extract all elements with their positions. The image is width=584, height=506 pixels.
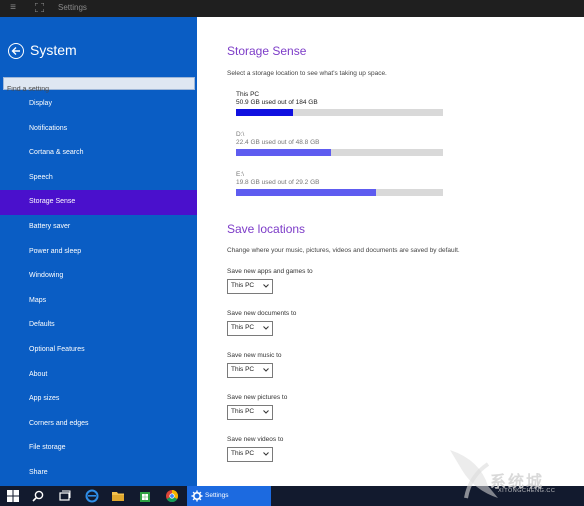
save-music-dropdown[interactable]: This PC (227, 363, 273, 378)
fullscreen-icon[interactable] (34, 2, 44, 13)
drive-d[interactable]: D:\ 22.4 GB used out of 48.8 GB (236, 131, 444, 156)
save-locations-description: Change where your music, pictures, video… (227, 247, 460, 254)
chevron-down-icon (263, 452, 269, 456)
chevron-down-icon (263, 368, 269, 372)
chrome-icon[interactable] (165, 489, 179, 503)
window-title: Settings (58, 3, 87, 12)
drive-name: E:\ (236, 171, 244, 178)
save-apps-label: Save new apps and games to (227, 268, 313, 275)
search-icon[interactable] (31, 489, 45, 503)
sidebar-item-share[interactable]: Share (0, 461, 197, 486)
dropdown-value: This PC (231, 324, 255, 331)
dropdown-value: This PC (231, 282, 255, 289)
drive-name: This PC (236, 91, 260, 98)
usage-bar (236, 189, 443, 196)
back-arrow-icon (11, 47, 20, 55)
usage-bar (236, 149, 443, 156)
watermark-subtext: XITONGCHENG.CC (498, 488, 556, 494)
task-view-icon[interactable] (58, 489, 72, 503)
storage-sense-heading: Storage Sense (227, 44, 307, 58)
file-explorer-icon[interactable] (111, 489, 125, 503)
sidebar-item-defaults[interactable]: Defaults (0, 313, 197, 338)
save-pictures-dropdown[interactable]: This PC (227, 405, 273, 420)
sidebar-item-windowing[interactable]: Windowing (0, 264, 197, 289)
save-documents-dropdown[interactable]: This PC (227, 321, 273, 336)
title-bar: ≡ Settings (0, 0, 584, 17)
save-apps-dropdown[interactable]: This PC (227, 279, 273, 294)
sidebar: System DisplayNotificationsCortana & sea… (0, 17, 197, 486)
save-locations-heading: Save locations (227, 222, 306, 236)
storage-description: Select a storage location to see what's … (227, 70, 387, 77)
sidebar-item-battery-saver[interactable]: Battery saver (0, 215, 197, 240)
usage-bar-fill (236, 189, 377, 196)
sidebar-item-display[interactable]: Display (0, 92, 197, 117)
save-pictures-label: Save new pictures to (227, 394, 288, 401)
start-icon[interactable] (6, 489, 20, 503)
sidebar-nav: Display Notifications Cortana & search Spee… (0, 92, 197, 486)
sidebar-item-about[interactable]: About (0, 363, 197, 388)
search-box[interactable] (3, 77, 195, 95)
usage-bar (236, 109, 443, 116)
sidebar-item-notifications[interactable]: Notifications (0, 117, 197, 142)
save-documents-label: Save new documents to (227, 310, 297, 317)
back-button[interactable] (8, 43, 24, 59)
sidebar-item-storage-sense[interactable]: Storage Sense (0, 190, 197, 215)
sidebar-item-optional-features[interactable]: Optional Features (0, 338, 197, 363)
sidebar-item-power-and-sleep[interactable]: Power and sleep (0, 240, 197, 265)
chevron-down-icon (263, 410, 269, 414)
drive-usage: 19.8 GB used out of 29.2 GB (236, 179, 320, 186)
settings-gear-icon (191, 490, 203, 502)
main-content: Storage Sense Select a storage location … (197, 17, 584, 486)
sidebar-item-file-storage[interactable]: File storage (0, 436, 197, 461)
save-videos-label: Save new videos to (227, 436, 284, 443)
save-videos-dropdown[interactable]: This PC (227, 447, 273, 462)
store-icon[interactable] (138, 489, 152, 503)
drive-name: D:\ (236, 131, 245, 138)
dropdown-value: This PC (231, 450, 255, 457)
dropdown-value: This PC (231, 408, 255, 415)
sidebar-item-cortana-search[interactable]: Cortana & search (0, 141, 197, 166)
drive-usage: 22.4 GB used out of 48.8 GB (236, 139, 320, 146)
chevron-down-icon (263, 284, 269, 288)
drive-usage: 50.9 GB used out of 184 GB (236, 99, 318, 106)
taskbar-app-label: Settings (205, 492, 229, 499)
save-music-label: Save new music to (227, 352, 282, 359)
usage-bar-fill (236, 149, 331, 156)
usage-bar-fill (236, 109, 294, 116)
sidebar-item-corners-and-edges[interactable]: Corners and edges (0, 412, 197, 437)
page-title: System (30, 42, 77, 58)
dropdown-value: This PC (231, 366, 255, 373)
drive-this-pc[interactable]: This PC 50.9 GB used out of 184 GB (236, 91, 444, 116)
taskbar-settings-app[interactable]: Settings (187, 486, 271, 506)
hamburger-menu-icon[interactable]: ≡ (8, 3, 18, 13)
edge-icon[interactable] (85, 489, 99, 503)
sidebar-item-app-sizes[interactable]: App sizes (0, 387, 197, 412)
sidebar-item-speech[interactable]: Speech (0, 166, 197, 191)
drive-e[interactable]: E:\ 19.8 GB used out of 29.2 GB (236, 171, 444, 196)
sidebar-item-maps[interactable]: Maps (0, 289, 197, 314)
chevron-down-icon (263, 326, 269, 330)
